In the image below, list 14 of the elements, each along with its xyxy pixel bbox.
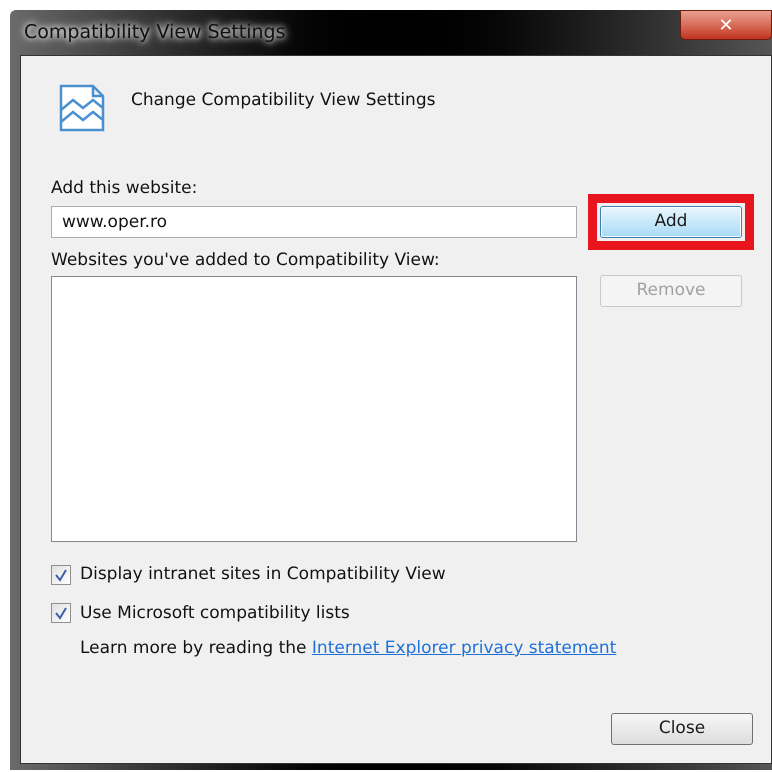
field-label: Add this website: xyxy=(51,177,198,200)
window-title: Compatibility View Settings xyxy=(24,18,286,46)
privacy-link[interactable]: Internet Explorer privacy statement xyxy=(312,638,616,658)
add-button[interactable]: Add xyxy=(600,206,742,238)
webpage-icon xyxy=(59,84,105,132)
dialog-heading: Change Compatibility View Settings xyxy=(131,89,436,112)
checkbox-label: Use Microsoft compatibility lists xyxy=(80,602,350,624)
website-input[interactable]: www.oper.ro xyxy=(51,206,577,238)
dialog-close-button[interactable]: Close xyxy=(611,713,753,745)
checkbox-label: Display intranet sites in Compatibility View xyxy=(80,563,446,586)
checkbox[interactable] xyxy=(51,603,71,624)
learn-more-text: Learn more by reading the xyxy=(80,638,306,658)
checkbox[interactable] xyxy=(51,564,71,585)
list-label: Websites you've added to Compatibility View: xyxy=(51,248,441,272)
